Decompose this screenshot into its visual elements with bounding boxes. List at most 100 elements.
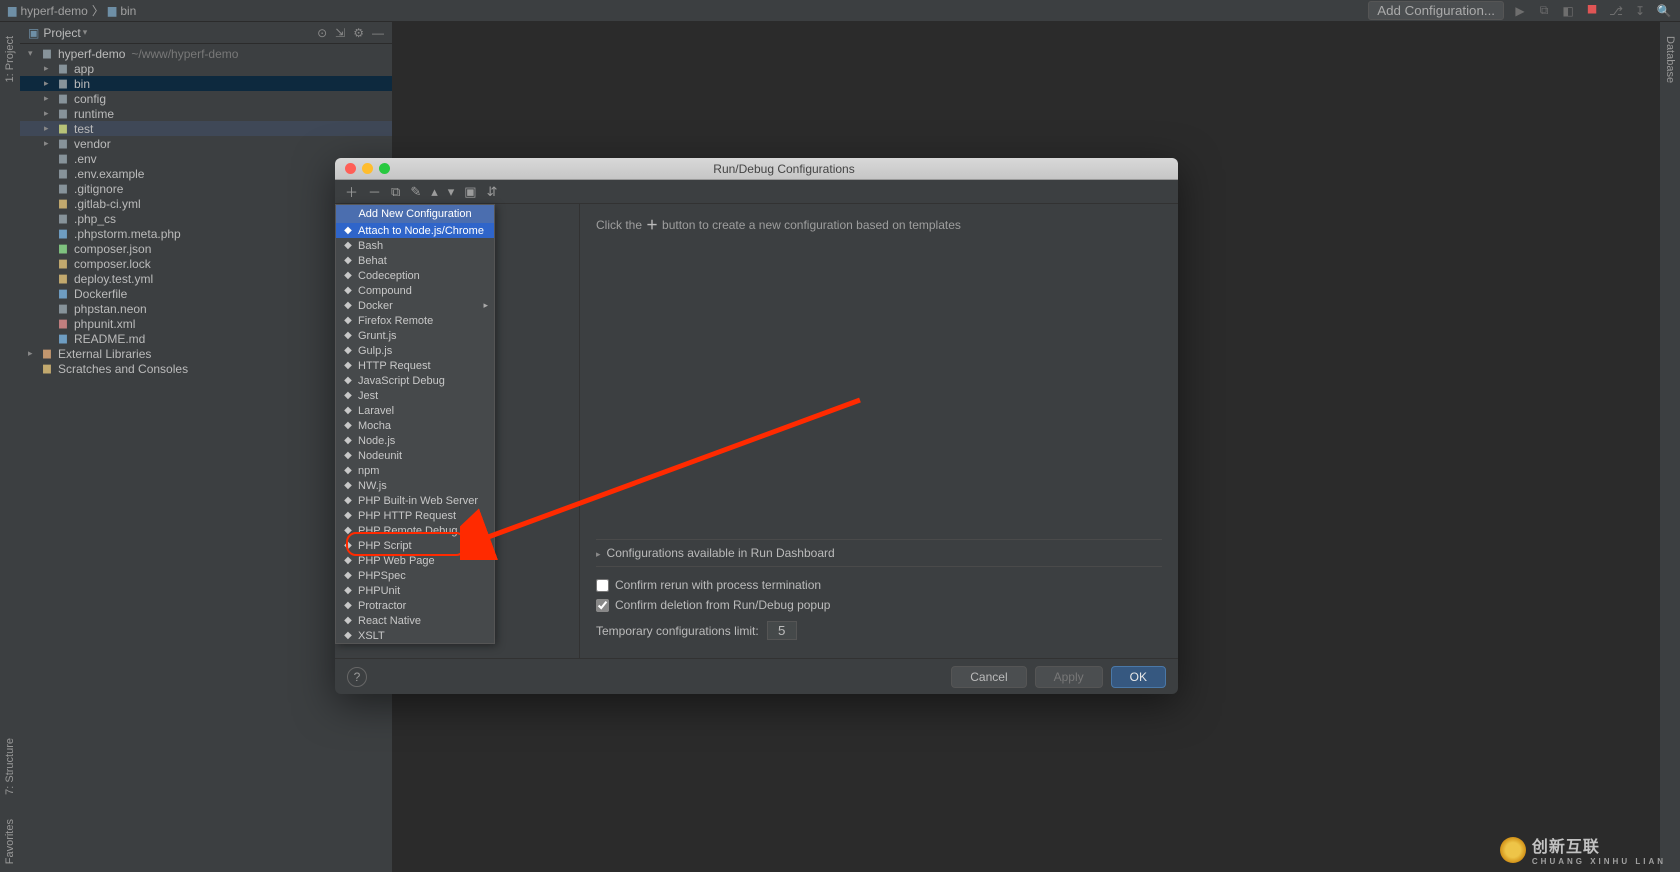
- config-type-item[interactable]: ◆Laravel: [336, 403, 494, 418]
- run-icon[interactable]: ▶: [1512, 3, 1528, 19]
- config-type-item[interactable]: ◆Mocha: [336, 418, 494, 433]
- config-type-item[interactable]: ◆Bash: [336, 238, 494, 253]
- add-config-dropdown[interactable]: Add New Configuration◆Attach to Node.js/…: [335, 204, 495, 644]
- tab-project[interactable]: 1: Project: [2, 28, 18, 90]
- confirm-rerun-checkbox[interactable]: Confirm rerun with process termination: [596, 575, 1162, 595]
- config-type-item[interactable]: ◆HTTP Request: [336, 358, 494, 373]
- file-icon: ▆: [40, 47, 54, 61]
- config-type-item[interactable]: ◆Behat: [336, 253, 494, 268]
- tree-row[interactable]: ▆ app: [20, 61, 392, 76]
- config-type-item[interactable]: ◆PHP Script: [336, 538, 494, 553]
- tree-label: phpstan.neon: [74, 302, 147, 316]
- left-tool-stripe: 1: Project 7: Structure Favorites: [0, 22, 20, 872]
- add-configuration-button[interactable]: Add Configuration...: [1368, 1, 1504, 20]
- copy-config-icon[interactable]: ⧉: [391, 184, 400, 200]
- tree-row[interactable]: ▆ test: [20, 121, 392, 136]
- config-type-item[interactable]: ◆Docker▸: [336, 298, 494, 313]
- tree-row[interactable]: ▆ hyperf-demo~/www/hyperf-demo: [20, 46, 392, 61]
- config-type-item[interactable]: ◆PHP HTTP Request: [336, 508, 494, 523]
- config-icon: ◆: [342, 555, 354, 566]
- search-icon[interactable]: 🔍: [1656, 3, 1672, 19]
- tree-arrow-icon[interactable]: [44, 78, 54, 89]
- tree-row[interactable]: ▆ bin: [20, 76, 392, 91]
- config-type-item[interactable]: ◆Grunt.js: [336, 328, 494, 343]
- remove-config-icon[interactable]: －: [368, 182, 381, 201]
- close-window-icon[interactable]: [345, 163, 356, 174]
- tree-arrow-icon[interactable]: [44, 123, 54, 134]
- breadcrumb[interactable]: ▆ hyperf-demo 〉 ▆ bin: [8, 2, 136, 19]
- apply-button[interactable]: Apply: [1035, 666, 1103, 688]
- help-icon[interactable]: ?: [347, 667, 367, 687]
- config-type-item[interactable]: ◆Codeception: [336, 268, 494, 283]
- breadcrumb-child[interactable]: bin: [120, 4, 136, 18]
- config-type-item[interactable]: ◆Jest: [336, 388, 494, 403]
- breadcrumb-root[interactable]: hyperf-demo: [20, 4, 87, 18]
- expand-icon[interactable]: ⇵: [487, 184, 498, 200]
- config-type-item[interactable]: ◆Nodeunit: [336, 448, 494, 463]
- right-tool-stripe: Database: [1660, 22, 1680, 872]
- config-type-item[interactable]: ◆Attach to Node.js/Chrome: [336, 223, 494, 238]
- config-type-item[interactable]: ◆PHPSpec: [336, 568, 494, 583]
- chevron-down-icon[interactable]: ▾: [83, 27, 88, 38]
- config-type-item[interactable]: ◆NW.js: [336, 478, 494, 493]
- tree-row[interactable]: ▆ runtime: [20, 106, 392, 121]
- tab-favorites[interactable]: Favorites: [2, 811, 18, 872]
- config-type-item[interactable]: ◆Node.js: [336, 433, 494, 448]
- tab-database[interactable]: Database: [1662, 28, 1678, 91]
- config-type-item[interactable]: ◆npm: [336, 463, 494, 478]
- tree-arrow-icon[interactable]: [44, 108, 54, 119]
- settings-icon[interactable]: ⚙: [353, 26, 364, 40]
- config-type-item[interactable]: ◆Gulp.js: [336, 343, 494, 358]
- locate-icon[interactable]: ⊙: [317, 26, 327, 40]
- tree-arrow-icon[interactable]: [44, 138, 54, 149]
- config-type-item[interactable]: ◆PHP Web Page: [336, 553, 494, 568]
- update-icon[interactable]: ↧: [1632, 3, 1648, 19]
- tree-label: phpunit.xml: [74, 317, 135, 331]
- dashboard-section[interactable]: Configurations available in Run Dashboar…: [596, 539, 1162, 567]
- stop-icon[interactable]: ⯀: [1584, 3, 1600, 19]
- config-type-item[interactable]: ◆Firefox Remote: [336, 313, 494, 328]
- config-toolbar: ＋ － ⧉ ✎ ▴ ▾ ▣ ⇵: [335, 180, 1178, 204]
- tree-arrow-icon[interactable]: [44, 93, 54, 104]
- tree-label: .env: [74, 152, 97, 166]
- tree-label: README.md: [74, 332, 145, 346]
- git-icon[interactable]: ⎇: [1608, 3, 1624, 19]
- config-icon: ◆: [342, 510, 354, 521]
- up-icon[interactable]: ▴: [431, 184, 438, 200]
- limit-input[interactable]: [767, 621, 797, 640]
- tree-arrow-icon[interactable]: [28, 48, 38, 59]
- zoom-window-icon[interactable]: [379, 163, 390, 174]
- config-type-item[interactable]: ◆React Native: [336, 613, 494, 628]
- dialog-titlebar[interactable]: Run/Debug Configurations: [335, 158, 1178, 180]
- tree-label: app: [74, 62, 94, 76]
- tree-row[interactable]: ▆ config: [20, 91, 392, 106]
- down-icon[interactable]: ▾: [448, 184, 455, 200]
- add-config-icon[interactable]: ＋: [345, 182, 358, 201]
- panel-title[interactable]: Project: [43, 26, 80, 40]
- folder-icon[interactable]: ▣: [464, 184, 476, 200]
- top-toolbar: ▆ hyperf-demo 〉 ▆ bin Add Configuration.…: [0, 0, 1680, 22]
- config-type-item[interactable]: ◆Compound: [336, 283, 494, 298]
- config-type-item[interactable]: ◆JavaScript Debug: [336, 373, 494, 388]
- config-type-item[interactable]: ◆XSLT: [336, 628, 494, 643]
- config-type-item[interactable]: ◆PHP Built-in Web Server: [336, 493, 494, 508]
- debug-icon[interactable]: ⧉: [1536, 3, 1552, 19]
- config-type-item[interactable]: ◆PHPUnit: [336, 583, 494, 598]
- confirm-delete-checkbox[interactable]: Confirm deletion from Run/Debug popup: [596, 595, 1162, 615]
- edit-config-icon[interactable]: ✎: [410, 184, 421, 200]
- window-controls[interactable]: [335, 163, 390, 174]
- tab-structure[interactable]: 7: Structure: [2, 730, 18, 803]
- tree-row[interactable]: ▆ vendor: [20, 136, 392, 151]
- collapse-icon[interactable]: ⇲: [335, 26, 345, 40]
- tree-arrow-icon[interactable]: [28, 348, 38, 359]
- config-type-item[interactable]: ◆Protractor: [336, 598, 494, 613]
- tree-arrow-icon[interactable]: [44, 63, 54, 74]
- cancel-button[interactable]: Cancel: [951, 666, 1026, 688]
- hide-icon[interactable]: —: [372, 26, 384, 40]
- ok-button[interactable]: OK: [1111, 666, 1166, 688]
- file-icon: ▆: [56, 77, 70, 91]
- coverage-icon[interactable]: ◧: [1560, 3, 1576, 19]
- minimize-window-icon[interactable]: [362, 163, 373, 174]
- config-icon: ◆: [342, 630, 354, 641]
- config-type-item[interactable]: ◆PHP Remote Debug: [336, 523, 494, 538]
